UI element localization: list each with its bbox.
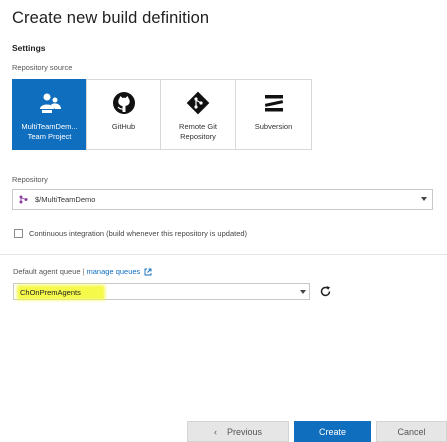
manage-queues-link[interactable]: manage queues (87, 267, 141, 276)
continuous-integration-checkbox[interactable] (14, 229, 23, 238)
create-button[interactable]: Create (294, 421, 371, 442)
source-tile-label: GitHub (111, 122, 136, 131)
repository-label: Repository (12, 175, 48, 184)
tfvc-repo-icon (19, 195, 28, 204)
repository-select[interactable]: $/MultiTeamDemo (12, 189, 433, 210)
dialog-title: Create new build definition (12, 9, 210, 27)
settings-heading: Settings (12, 43, 46, 53)
source-tile-label: Remote Git Repository (179, 122, 217, 141)
refresh-icon[interactable] (318, 284, 332, 298)
subversion-icon (262, 91, 286, 115)
agent-queue-select[interactable]: ChOnPremAgents (13, 283, 310, 300)
team-project-icon (38, 91, 62, 115)
repository-source-label: Repository source (12, 63, 73, 72)
source-tile-github[interactable]: GitHub (86, 79, 161, 150)
source-tile-subversion[interactable]: Subversion (235, 79, 312, 150)
chevron-down-icon (300, 290, 306, 294)
separator: | (82, 267, 85, 276)
continuous-integration-label: Continuous integration (build whenever t… (29, 229, 248, 238)
source-tile-remote-git[interactable]: Remote Git Repository (160, 79, 236, 150)
chevron-left-icon: ‹ (213, 426, 217, 437)
source-tile-label: MultiTeamDem... Team Project (21, 122, 78, 141)
chevron-down-icon (421, 197, 427, 201)
source-tile-label: Subversion (254, 122, 293, 131)
external-link-icon[interactable] (144, 268, 152, 276)
repository-value: $/MultiTeamDemo (35, 195, 96, 204)
agent-queue-value: ChOnPremAgents (19, 287, 103, 298)
previous-button[interactable]: ‹ Previous (187, 421, 289, 442)
agent-queue-label: Default agent queue (13, 267, 81, 276)
repository-source-tiles: MultiTeamDem... Team Project GitHub Remo… (12, 79, 312, 150)
agent-queue-label-row: Default agent queue | manage queues (13, 267, 152, 276)
continuous-integration-row: Continuous integration (build whenever t… (14, 229, 247, 238)
cancel-button[interactable]: Cancel (376, 421, 447, 442)
divider (0, 254, 447, 255)
git-icon (186, 91, 210, 115)
source-tile-team-project[interactable]: MultiTeamDem... Team Project (12, 79, 87, 150)
github-icon (112, 91, 136, 115)
previous-button-label: Previous (226, 426, 262, 437)
